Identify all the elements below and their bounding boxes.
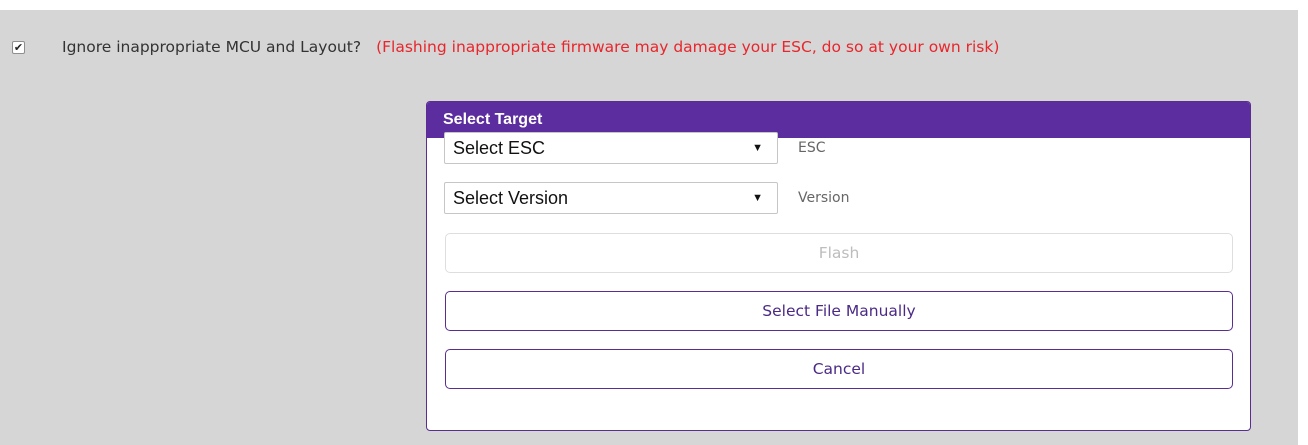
ignore-mcu-checkbox[interactable]: ✔ [12,40,25,54]
version-select-row: Select Version ▼ Version [444,182,849,214]
esc-select-label: ESC [798,140,826,156]
select-target-dialog: Select Target Select ESC ▼ ESC Select Ve… [426,101,1251,431]
dropdown-arrow-icon: ▼ [752,192,763,204]
cancel-button[interactable]: Cancel [445,349,1233,389]
select-file-manually-button[interactable]: Select File Manually [445,291,1233,331]
version-select-value: Select Version [453,187,569,208]
esc-select-value: Select ESC [453,137,546,158]
checkmark-icon: ✔ [13,40,24,54]
dropdown-arrow-icon: ▼ [752,142,763,154]
version-select[interactable]: Select Version ▼ [444,182,778,214]
version-select-label: Version [798,190,850,206]
ignore-mcu-label: Ignore inappropriate MCU and Layout? [62,38,362,56]
flash-button[interactable]: Flash [445,233,1233,273]
esc-select[interactable]: Select ESC ▼ [444,132,778,164]
esc-select-row: Select ESC ▼ ESC [444,132,826,164]
ignore-mcu-row: ✔ Ignore inappropriate MCU and Layout? (… [12,36,999,58]
firmware-warning-text: (Flashing inappropriate firmware may dam… [376,38,1000,56]
